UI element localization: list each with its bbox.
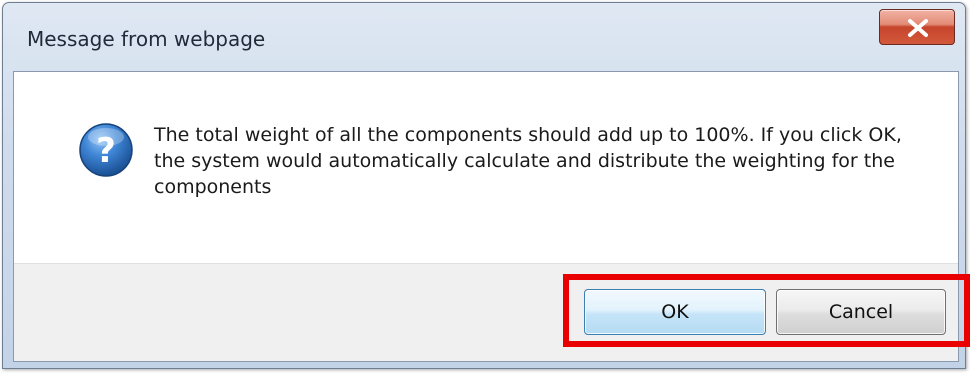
dialog-title: Message from webpage: [27, 27, 266, 51]
close-icon: [908, 19, 928, 37]
question-icon: ?: [79, 123, 133, 177]
ok-button[interactable]: OK: [584, 289, 766, 335]
message-text: The total weight of all the components s…: [154, 124, 902, 198]
message-area: ? The total weight of all the components…: [14, 72, 958, 263]
svg-text:?: ?: [96, 131, 116, 171]
title-bar[interactable]: Message from webpage: [3, 3, 965, 71]
cancel-button[interactable]: Cancel: [776, 289, 946, 335]
close-button[interactable]: [879, 9, 955, 45]
